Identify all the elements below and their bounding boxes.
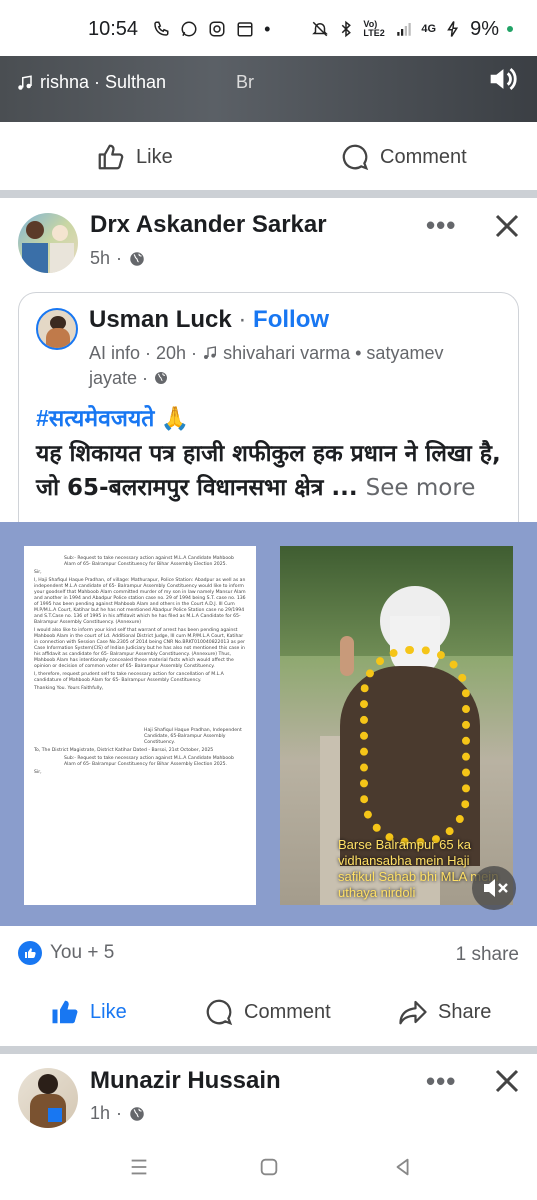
more-options-icon[interactable]: ••• bbox=[426, 210, 456, 241]
more-options-icon[interactable]: ••• bbox=[426, 1066, 456, 1097]
shares-count[interactable]: 1 share bbox=[456, 944, 519, 966]
signal-type: 4G bbox=[421, 23, 437, 35]
globe-icon bbox=[130, 251, 144, 266]
instagram-icon bbox=[209, 21, 225, 37]
network-label: Vo) LTE2 bbox=[363, 19, 385, 38]
reel-side-text: Br bbox=[236, 72, 254, 92]
post-author-name[interactable]: Drx Askander Sarkar bbox=[90, 211, 327, 239]
post-separator bbox=[0, 190, 537, 198]
close-icon[interactable] bbox=[492, 211, 522, 241]
bluetooth-icon bbox=[342, 20, 352, 38]
author-avatar[interactable] bbox=[18, 213, 78, 273]
next-post-author-name[interactable]: Munazir Hussain bbox=[90, 1067, 281, 1095]
whatsapp-icon bbox=[181, 21, 197, 37]
phone-icon bbox=[154, 21, 169, 36]
doc-line: I, Haji Shafiqul Haque Pradhan, of villa… bbox=[34, 578, 246, 625]
doc-line: Sir, bbox=[34, 770, 42, 775]
audio-note-icon bbox=[204, 346, 217, 359]
audio-title[interactable]: shivahari varma • satyamev bbox=[223, 343, 443, 363]
shared-author-name[interactable]: Usman Luck bbox=[89, 306, 232, 333]
comment-button[interactable]: Comment bbox=[204, 997, 331, 1027]
share-button[interactable]: Share bbox=[398, 997, 491, 1027]
reactions-summary[interactable]: You + 5 bbox=[18, 941, 114, 965]
comment-button[interactable]: Comment bbox=[340, 142, 467, 172]
document-image[interactable]: Sub:- Request to take necessary action a… bbox=[24, 546, 256, 905]
like-label: Like bbox=[90, 1000, 127, 1023]
status-bar: 10:54 • Vo) LTE2 4G 9% bbox=[0, 0, 537, 58]
share-arrow-icon bbox=[399, 1000, 427, 1025]
comment-label: Comment bbox=[244, 1000, 331, 1023]
video-thumbnail[interactable]: Barse Balrampur 65 ka vidhansabha mein H… bbox=[280, 546, 513, 905]
post-body-text: यह शिकायत पत्र हाजी शफीकुल हक प्रधान ने … bbox=[36, 437, 506, 505]
doc-line: I, therefore, request prudent self to ta… bbox=[34, 672, 224, 683]
post-time: 5h bbox=[90, 248, 111, 268]
system-nav-bar bbox=[0, 1140, 537, 1200]
music-title: rishna · Sulthan bbox=[40, 72, 167, 92]
back-icon[interactable] bbox=[392, 1156, 414, 1178]
doc-line: Haji Shafiqul Haque Pradhan, Independent… bbox=[144, 728, 242, 745]
like-button[interactable]: Like bbox=[96, 142, 173, 172]
doc-line: I would also like to inform your kind se… bbox=[34, 628, 245, 669]
previous-post-actions: Like Comment bbox=[0, 122, 537, 192]
next-post-meta: 1h · bbox=[90, 1103, 146, 1124]
shared-meta: AI info · 20h · shivahari varma • satyam… bbox=[89, 341, 489, 391]
signal-icon bbox=[397, 23, 412, 36]
comment-icon bbox=[206, 999, 233, 1026]
shared-author-line: Usman Luck · Follow bbox=[89, 306, 330, 333]
battery-percent: 9% bbox=[470, 17, 499, 40]
next-author-avatar[interactable] bbox=[18, 1068, 78, 1128]
share-label: Share bbox=[438, 1000, 492, 1023]
shared-meta-line1: AI info · 20h · bbox=[89, 343, 203, 363]
home-icon[interactable] bbox=[258, 1156, 280, 1178]
next-post-time: 1h bbox=[90, 1103, 111, 1123]
speaker-muted-icon bbox=[484, 879, 508, 897]
battery-charging-icon bbox=[447, 21, 459, 37]
like-reaction-icon bbox=[18, 941, 42, 965]
post-separator bbox=[0, 1046, 537, 1054]
comment-icon bbox=[342, 144, 369, 171]
globe-icon bbox=[130, 1106, 144, 1121]
reactions-count: You + 5 bbox=[50, 942, 115, 963]
privacy-dot-icon bbox=[507, 26, 513, 32]
doc-line: Sir, bbox=[34, 570, 42, 575]
doc-line: To, The District Magistrate, District Ka… bbox=[34, 748, 214, 753]
post-meta: 5h · bbox=[90, 248, 146, 269]
recent-apps-icon[interactable] bbox=[128, 1156, 150, 1178]
status-time: 10:54 bbox=[88, 17, 139, 40]
volume-icon[interactable] bbox=[485, 62, 519, 96]
like-button-active[interactable]: Like bbox=[50, 997, 127, 1027]
doc-line: Sub:- Request to take necessary action a… bbox=[64, 756, 234, 767]
calendar-icon bbox=[237, 22, 253, 37]
hashtag-link[interactable]: #सत्यमेवजयते 🙏 bbox=[36, 401, 189, 433]
doc-line: Sub:- Request to take necessary action a… bbox=[64, 556, 234, 567]
mute-button[interactable] bbox=[472, 866, 516, 910]
thumbs-up-icon bbox=[98, 144, 124, 170]
see-more-link[interactable]: See more bbox=[366, 475, 476, 501]
comment-label: Comment bbox=[380, 145, 467, 168]
globe-icon bbox=[155, 372, 168, 384]
shared-author-avatar[interactable] bbox=[36, 308, 78, 350]
music-note-icon bbox=[18, 74, 32, 90]
thumbs-up-filled-icon bbox=[52, 1000, 78, 1024]
post-actions: Like Comment Share bbox=[0, 977, 537, 1047]
shared-meta-line2: jayate · bbox=[89, 368, 154, 388]
close-icon[interactable] bbox=[492, 1066, 522, 1096]
like-label: Like bbox=[136, 145, 173, 168]
doc-line: Thanking You. Yours Faithfully, bbox=[34, 686, 104, 691]
more-dot-icon: • bbox=[264, 18, 271, 39]
mute-bell-icon bbox=[312, 21, 329, 37]
previous-video[interactable]: rishna · Sulthan Br bbox=[0, 56, 537, 122]
follow-button[interactable]: Follow bbox=[253, 306, 329, 333]
